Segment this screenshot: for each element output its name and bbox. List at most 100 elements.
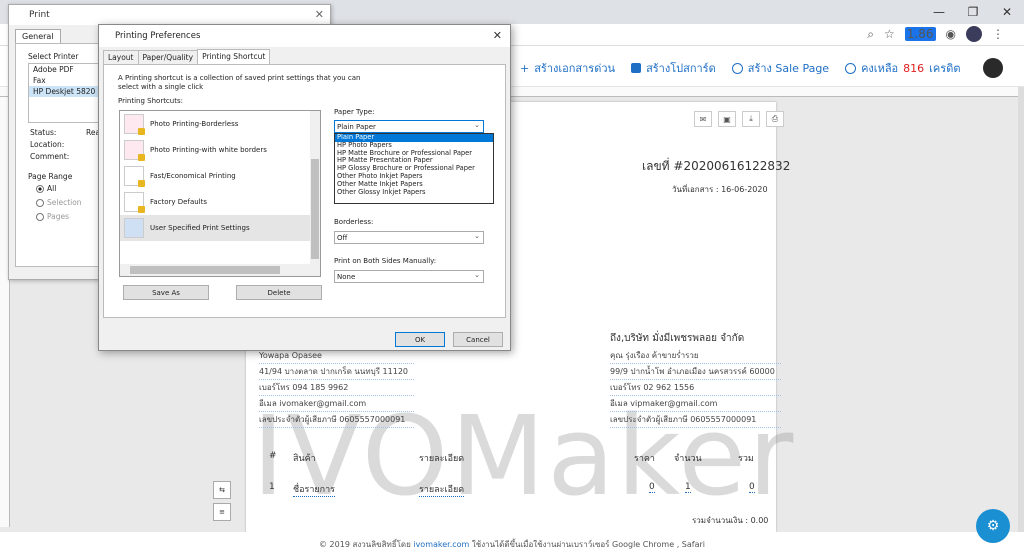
range-selection-label: Selection: [47, 198, 82, 207]
footer-note: ใช้งานได้ดีขึ้นเมื่อใช้งานผ่านเบราว์เซอร…: [471, 540, 705, 549]
customer-info: คุณ รุ่งเรือง ค้าขายร่ำรวย 99/9 ปากน้ำโพ…: [610, 348, 781, 428]
shortcut-item[interactable]: Photo Printing-with white borders: [120, 137, 320, 163]
seller-line[interactable]: เบอร์โทร 094 185 9962: [259, 380, 415, 396]
lock-icon: [138, 128, 145, 135]
paper-type-select[interactable]: Plain Paper ⌄: [334, 120, 484, 133]
browser-menu-icon[interactable]: ⋮: [992, 27, 1004, 41]
customer-line[interactable]: 99/9 ปากน้ำโพ อำเภอเมือง นครสวรรค์ 60000: [610, 364, 781, 380]
quick-document-link[interactable]: + สร้างเอกสารด่วน: [520, 59, 615, 77]
credit-balance[interactable]: คงเหลือ 816 เครดิต: [845, 59, 961, 77]
chevron-down-icon: ⌄: [474, 271, 480, 279]
scroll-thumb[interactable]: [130, 266, 280, 274]
both-sides-value: None: [337, 272, 356, 281]
lock-icon: [138, 180, 145, 187]
close-window-button[interactable]: ✕: [990, 0, 1024, 24]
customer-line[interactable]: คุณ รุ่งเรือง ค้าขายร่ำรวย: [610, 348, 781, 364]
range-pages-label: Pages: [47, 212, 70, 221]
credit-prefix: คงเหลือ: [861, 62, 899, 75]
item-price[interactable]: 0: [649, 482, 655, 493]
shortcut-item[interactable]: User Specified Print Settings: [120, 215, 320, 241]
col-price: ราคา: [634, 454, 655, 464]
user-avatar[interactable]: [982, 58, 1003, 78]
shortcut-item[interactable]: Fast/Economical Printing: [120, 163, 320, 189]
shortcut-vscrollbar[interactable]: [310, 111, 320, 264]
document-icon: [124, 192, 145, 213]
create-promo-link[interactable]: สร้างโปสการ์ด: [631, 59, 716, 77]
extension-badge[interactable]: 1.86: [904, 27, 936, 41]
window-controls: — ❐ ✕: [922, 0, 1024, 24]
email-icon[interactable]: ✉: [694, 111, 712, 127]
customer-line[interactable]: อีเมล vipmaker@gmail.com: [610, 396, 781, 412]
tab-general[interactable]: General: [15, 29, 61, 43]
bookmark-star-icon[interactable]: ☆: [884, 27, 895, 41]
create-promo-label: สร้างโปสการ์ด: [646, 62, 716, 75]
photo-icon: [124, 140, 145, 161]
print-icon[interactable]: ⎙: [766, 111, 784, 127]
tab-printing-shortcut[interactable]: Printing Shortcut: [197, 49, 271, 64]
customer-line[interactable]: เบอร์โทร 02 962 1556: [610, 380, 781, 396]
cancel-button[interactable]: Cancel: [453, 332, 503, 347]
minimize-button[interactable]: —: [922, 0, 956, 24]
shortcut-label: Photo Printing-Borderless: [150, 120, 239, 128]
save-as-button[interactable]: Save As: [123, 285, 209, 300]
item-qty[interactable]: 1: [685, 482, 691, 493]
range-selection-radio[interactable]: Selection: [36, 198, 82, 207]
col-qty: จำนวน: [674, 454, 702, 464]
shortcut-label: Fast/Economical Printing: [150, 172, 236, 180]
paper-type-label: Paper Type:: [334, 108, 375, 116]
camera-extension-icon[interactable]: ◉: [946, 27, 956, 41]
create-sale-page-link[interactable]: สร้าง Sale Page: [731, 59, 829, 77]
tab-paper-quality[interactable]: Paper/Quality: [137, 50, 199, 65]
profile-avatar[interactable]: [966, 26, 982, 42]
item-product[interactable]: ชื่อรายการ: [293, 482, 336, 497]
plus-icon: +: [520, 61, 530, 75]
footer-link[interactable]: ivomaker.com: [413, 540, 469, 549]
side-tool-button[interactable]: ≡: [213, 503, 231, 521]
page-range-label: Page Range: [28, 172, 73, 181]
col-detail: รายละเอียด: [419, 454, 465, 464]
borderless-select[interactable]: Off ⌄: [334, 231, 484, 244]
seller-line[interactable]: อีเมล ivomaker@gmail.com: [259, 396, 415, 412]
side-tool-button[interactable]: ⇆: [213, 481, 231, 499]
zoom-icon[interactable]: ⌕: [867, 27, 874, 42]
shortcuts-label: Printing Shortcuts:: [118, 97, 183, 105]
range-pages-radio[interactable]: Pages: [36, 212, 69, 221]
shortcut-item[interactable]: Factory Defaults: [120, 189, 320, 215]
page-scrollbar[interactable]: [1018, 87, 1024, 532]
paper-type-dropdown: Plain Paper HP Photo Papers HP Matte Bro…: [334, 133, 494, 204]
range-all-label: All: [47, 184, 57, 193]
range-all-radio[interactable]: All: [36, 184, 56, 193]
tab-layout[interactable]: Layout: [103, 50, 139, 65]
seller-line[interactable]: 41/94 บางตลาด ปากเกร็ด นนทบุรี 11120: [259, 364, 415, 380]
item-sum[interactable]: 0: [749, 482, 755, 493]
paper-type-value: Plain Paper: [337, 122, 376, 131]
seller-line[interactable]: เลขประจำตัวผู้เสียภาษี 0605557000091: [259, 412, 415, 428]
col-no: #: [269, 451, 277, 461]
shortcut-item[interactable]: Photo Printing-Borderless: [120, 111, 320, 137]
shortcut-hscrollbar[interactable]: [120, 264, 320, 276]
ok-button[interactable]: OK: [395, 332, 445, 347]
document-toolbar: ✉ ▣ ⤓ ⎙: [694, 111, 784, 127]
page-footer: © 2019 สงวนลิขสิทธิ์โดย ivomaker.com ใช้…: [0, 532, 1024, 556]
borderless-label: Borderless:: [334, 218, 374, 226]
delete-button[interactable]: Delete: [236, 285, 322, 300]
save-icon[interactable]: ▣: [718, 111, 736, 127]
customer-line[interactable]: เลขประจำตัวผู้เสียภาษี 0605557000091: [610, 412, 781, 428]
document-date: วันที่เอกสาร : 16-06-2020: [672, 185, 768, 194]
document-number: เลขที่ #20200616122832: [642, 159, 791, 173]
lock-icon: [138, 154, 145, 161]
both-sides-select[interactable]: None ⌄: [334, 270, 484, 283]
close-icon[interactable]: ✕: [493, 29, 502, 42]
maximize-button[interactable]: ❐: [956, 0, 990, 24]
item-detail[interactable]: รายละเอียด: [419, 482, 465, 497]
paper-type-option[interactable]: Other Glossy Inkjet Papers: [335, 188, 493, 197]
scroll-thumb[interactable]: [311, 159, 319, 259]
close-icon[interactable]: ✕: [315, 8, 324, 21]
shortcut-list: Photo Printing-Borderless Photo Printing…: [119, 110, 321, 277]
download-icon[interactable]: ⤓: [742, 111, 760, 127]
preferences-tabs: Layout Paper/Quality Printing Shortcut: [103, 49, 271, 65]
customer-title[interactable]: ถึง,บริษัท มั่งมีเพชรพลอย จำกัด: [610, 331, 744, 346]
settings-gear-icon[interactable]: ⚙: [976, 509, 1010, 543]
seller-info: Yowapa Opasee 41/94 บางตลาด ปากเกร็ด นนท…: [259, 348, 415, 428]
both-sides-label: Print on Both Sides Manually:: [334, 257, 437, 265]
